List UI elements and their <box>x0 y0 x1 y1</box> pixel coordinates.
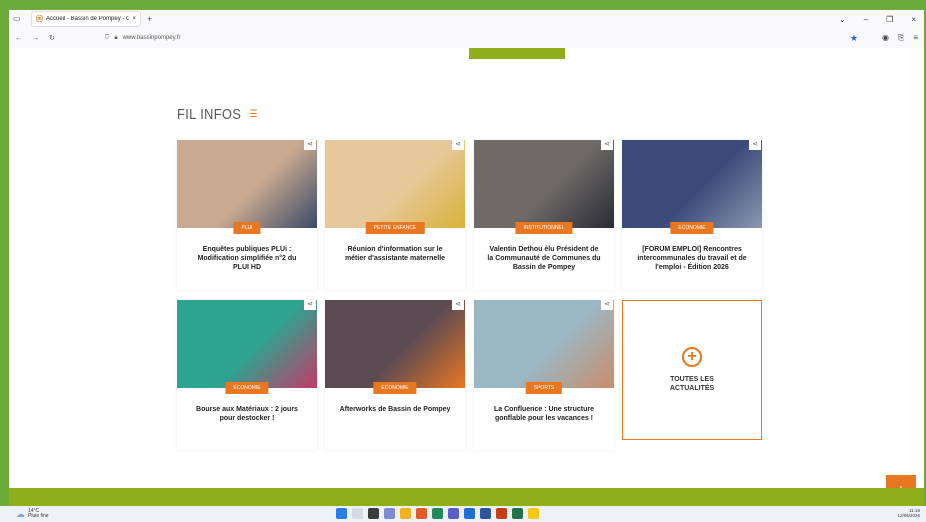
tab-bar: ⓜ Accueil - Bassin de Pompey - C × + ⌄ –… <box>9 10 924 28</box>
edge-icon[interactable] <box>432 508 443 519</box>
news-image[interactable]: ⋖ <box>325 300 465 388</box>
toolbar-right: ◉ ⎘ ≡ <box>882 33 918 43</box>
news-card[interactable]: ⋖ INSTITUTIONNEL Valentin Dethou élu Prési… <box>474 140 614 290</box>
clock[interactable]: 11:16 12/05/2026 <box>897 508 920 519</box>
section-title: FIL INFOS ☰ <box>177 106 258 123</box>
footer-green-bar <box>9 488 924 506</box>
forward-icon[interactable]: → <box>32 35 39 42</box>
share-icon[interactable]: ⋖ <box>601 300 613 310</box>
close-button[interactable]: × <box>911 15 916 24</box>
tab-list-icon[interactable]: ▭ <box>13 14 21 23</box>
folder-icon[interactable] <box>528 508 539 519</box>
top-accent-bar <box>469 48 565 59</box>
category-badge[interactable]: ECONOMIE <box>373 382 417 394</box>
category-badge[interactable]: PLUI <box>233 222 261 234</box>
news-card[interactable]: ⋖ ECONOMIE Bourse aux Matériaux : 2 jours … <box>177 300 317 450</box>
lock-icon: 🔒︎ <box>114 34 118 41</box>
category-badge[interactable]: SPORTS <box>525 382 563 394</box>
tab-accueil[interactable]: ⓜ Accueil - Bassin de Pompey - C × <box>31 11 141 27</box>
category-badge[interactable]: ECONOMIE <box>670 222 714 234</box>
rss-icon[interactable]: ☰ <box>250 109 258 120</box>
news-image[interactable]: ⋖ <box>622 140 762 228</box>
all-news-tile[interactable]: + TOUTES LES ACTUALITÉS <box>622 300 762 440</box>
share-icon[interactable]: ⋖ <box>452 300 464 310</box>
start-icon[interactable] <box>336 508 347 519</box>
news-card[interactable]: ⋖ SPORTS La Confluence : Une structure gon… <box>474 300 614 450</box>
maximize-button[interactable]: ❐ <box>886 15 893 24</box>
news-image[interactable]: ⋖ <box>325 140 465 228</box>
news-title[interactable]: Valentin Dethou élu Président de la Comm… <box>474 228 614 272</box>
nav-bar: ← → ↻ ⛉ 🔒︎ www.bassinpompey.fr ★ ◉ ⎘ ≡ <box>9 28 924 48</box>
news-image[interactable]: ⋖ <box>474 300 614 388</box>
share-icon[interactable]: ⋖ <box>452 140 464 150</box>
firefox-icon[interactable] <box>416 508 427 519</box>
news-card[interactable]: ⋖ PETITE ENFANCE Réunion d'information sur… <box>325 140 465 290</box>
url-bar[interactable]: ⛉ 🔒︎ www.bassinpompey.fr <box>105 35 181 42</box>
taskbar-icons <box>336 508 539 519</box>
weather-desc: Pluie fine <box>28 513 49 519</box>
category-badge[interactable]: INSTITUTIONNEL <box>515 222 573 234</box>
minimize-button[interactable]: – <box>864 15 868 24</box>
url-text: www.bassinpompey.fr <box>122 35 181 41</box>
news-image[interactable]: ⋖ <box>177 300 317 388</box>
widgets-icon[interactable] <box>384 508 395 519</box>
new-tab-button[interactable]: + <box>147 14 152 24</box>
site-favicon-icon: ⓜ <box>36 16 43 23</box>
reload-icon[interactable]: ↻ <box>49 34 55 42</box>
share-icon[interactable]: ⋖ <box>304 300 316 310</box>
cloud-icon: ☁ <box>16 508 25 519</box>
news-image[interactable]: ⋖ <box>474 140 614 228</box>
explorer-icon[interactable] <box>400 508 411 519</box>
share-icon[interactable]: ⋖ <box>749 140 761 150</box>
list-all-tabs-icon[interactable]: ⌄ <box>839 15 846 24</box>
all-news-label: TOUTES LES ACTUALITÉS <box>669 375 715 392</box>
page-content: FIL INFOS ☰ ⋖ PLUI Enquêtes publiques PLUi… <box>9 48 924 505</box>
taskbar: ☁ 14°C Pluie fine 11:16 12/05/2026 <box>0 506 926 522</box>
category-badge[interactable]: PETITE ENFANCE <box>365 222 425 234</box>
weather-widget[interactable]: ☁ 14°C Pluie fine <box>16 509 49 519</box>
powerpoint-icon[interactable] <box>496 508 507 519</box>
word-icon[interactable] <box>480 508 491 519</box>
outlook-icon[interactable] <box>464 508 475 519</box>
menu-icon[interactable]: ≡ <box>913 33 918 43</box>
taskview-icon[interactable] <box>368 508 379 519</box>
browser-chrome: ▭ ⓜ Accueil - Bassin de Pompey - C × + ⌄… <box>9 10 924 48</box>
excel-icon[interactable] <box>512 508 523 519</box>
shield-icon: ⛉ <box>104 34 110 41</box>
account-icon[interactable]: ◉ <box>882 33 889 43</box>
search-icon[interactable] <box>352 508 363 519</box>
news-title[interactable]: [FORUM EMPLOI] Rencontres intercommunale… <box>622 228 762 272</box>
plus-circle-icon: + <box>682 346 702 367</box>
news-image[interactable]: ⋖ <box>177 140 317 228</box>
news-title[interactable]: Enquêtes publiques PLUi : Modification s… <box>177 228 317 272</box>
news-card[interactable]: ⋖ PLUI Enquêtes publiques PLUi : Modificat… <box>177 140 317 290</box>
teams-icon[interactable] <box>448 508 459 519</box>
share-icon[interactable]: ⋖ <box>304 140 316 150</box>
tab-title: Accueil - Bassin de Pompey - C <box>46 16 130 22</box>
window-controls: ⌄ – ❐ × <box>839 15 924 24</box>
news-card[interactable]: ⋖ ECONOMIE Afterworks de Bassin de Pompey <box>325 300 465 450</box>
extensions-icon[interactable]: ⎘ <box>898 33 904 43</box>
back-icon[interactable]: ← <box>15 35 22 42</box>
share-icon[interactable]: ⋖ <box>601 140 613 150</box>
bookmark-star-icon[interactable]: ★ <box>850 33 858 44</box>
news-card[interactable]: ⋖ ECONOMIE [FORUM EMPLOI] Rencontres inter… <box>622 140 762 290</box>
category-badge[interactable]: ECONOMIE <box>225 382 269 394</box>
tab-close-icon[interactable]: × <box>132 16 136 22</box>
